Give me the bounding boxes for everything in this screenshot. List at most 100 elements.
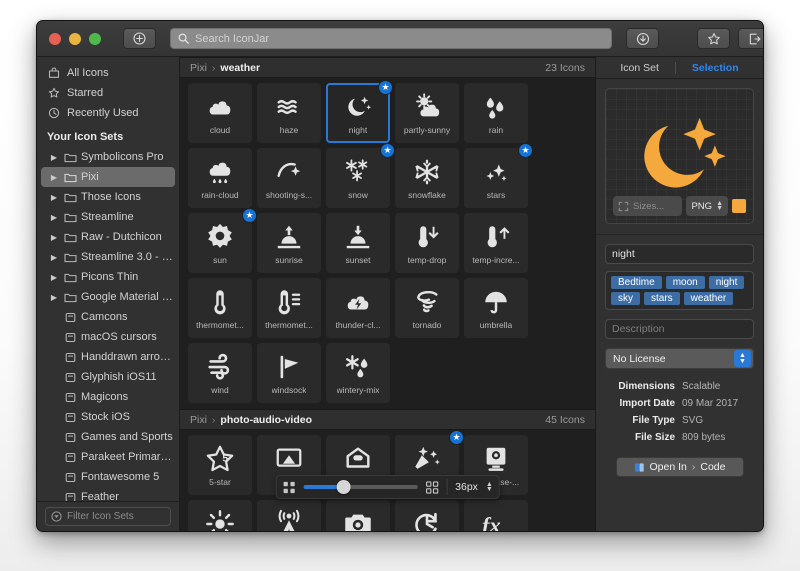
star-button[interactable] [697,28,730,49]
zoom-window-button[interactable] [89,32,101,45]
chevron-right-icon[interactable]: ▶ [49,253,59,262]
format-stepper-icon[interactable]: ▲ ▼ [716,200,723,212]
icon-label: temp-incre... [472,255,520,265]
icon-cell-snowflake[interactable]: snowflake [395,148,459,208]
icon-cell-partly-sunny[interactable]: partly-sunny [395,83,459,143]
tag-chip[interactable]: night [708,276,745,289]
chevron-right-icon[interactable]: ▶ [49,293,59,302]
icon-label: windsock [271,385,307,395]
sidebar-item-google-material-icons[interactable]: ▶ Google Material ico... [37,287,179,307]
chevron-right-icon[interactable]: ▶ [49,273,59,282]
tags-field[interactable]: Bedtime moon night sky stars weather [605,271,754,310]
open-in-button[interactable]: Open In › Code [615,457,744,477]
icon-cell-shooting-star[interactable]: shooting-s... [257,148,321,208]
sidebar-item-pixi[interactable]: ▶ Pixi [41,167,175,187]
icon-cell-wind[interactable]: wind [188,343,252,403]
icon-cell-tornado[interactable]: tornado [395,278,459,338]
sidebar-item-macos-cursors[interactable]: macOS cursors [37,327,179,347]
svg-text:5: 5 [222,453,228,464]
slider-knob[interactable] [336,480,351,494]
icon-cell-wintery-mix[interactable]: wintery-mix [326,343,390,403]
icon-cell-cloud[interactable]: cloud [188,83,252,143]
icon-cell-camera-timer[interactable]: camera-ti... [395,500,459,531]
sidebar-item-feather[interactable]: Feather [37,487,179,501]
icon-cell-stars[interactable]: ★ stars [464,143,533,208]
sidebar-item-stock-ios[interactable]: Stock iOS [37,407,179,427]
export-color-swatch[interactable] [732,199,746,213]
icon-cell-broadcast[interactable]: broadcast-... [257,500,321,531]
icon-cell-sun[interactable]: ★ sun [188,208,257,273]
filter-icon-sets-input[interactable]: Filter Icon Sets [45,507,171,526]
search-input[interactable]: Search IconJar [170,28,612,49]
icon-cell-thermometer-lines[interactable]: thermomet... [257,278,321,338]
minimize-window-button[interactable] [69,32,81,45]
sidebar-item-magicons[interactable]: Magicons [37,387,179,407]
close-window-button[interactable] [49,32,61,45]
breadcrumb-root[interactable]: Pixi [190,62,207,74]
icon-cell-brighness[interactable]: brighness [188,500,252,531]
export-sizes-button[interactable]: Sizes... [613,196,683,216]
sidebar-item-symbolicons-pro[interactable]: ▶ Symbolicons Pro [37,147,179,167]
sidebar-item-picons-thin[interactable]: ▶ Picons Thin [37,267,179,287]
stepper-down-icon[interactable]: ▼ [486,486,493,493]
icon-grid-scroll[interactable]: Pixi › weather 23 Icons cloud haze ★ nig… [180,57,595,531]
icon-cell-snow[interactable]: ★ snow [326,143,395,208]
sidebar-item-starred[interactable]: Starred [37,83,179,103]
breadcrumb-root[interactable]: Pixi [190,414,207,426]
license-select[interactable]: No License ▲ ▼ [605,348,754,369]
tag-chip[interactable]: stars [644,292,680,305]
icon-cell-temp-drop[interactable]: temp-drop [395,213,459,273]
icon-cell-thermometer[interactable]: thermomet... [188,278,252,338]
sidebar-item-handdrawn-arrows[interactable]: Handdrawn arrows [37,347,179,367]
icon-cell-sunrise[interactable]: sunrise [257,213,321,273]
sidebar-item-fontawesome-5[interactable]: Fontawesome 5 [37,467,179,487]
sidebar-item-streamline[interactable]: ▶ Streamline [37,207,179,227]
grid-small-icon[interactable] [282,481,295,494]
chevron-right-icon[interactable]: ▶ [49,213,59,222]
icon-cell-haze[interactable]: haze [257,83,321,143]
sidebar-item-camcons[interactable]: Camcons [37,307,179,327]
icon-cell-temp-increase[interactable]: temp-incre... [464,213,528,273]
chevron-right-icon[interactable]: ▶ [49,233,59,242]
grid-size-stepper[interactable]: ▲ ▼ [486,481,493,493]
icon-cell-windsock[interactable]: windsock [257,343,321,403]
sidebar-item-all-icons[interactable]: All Icons [37,63,179,83]
chevron-right-icon[interactable]: ▶ [49,153,59,162]
icon-cell-5-star[interactable]: 5 5-star [188,435,252,495]
icon-cell-camera[interactable]: camera [326,500,390,531]
tag-chip[interactable]: Bedtime [611,276,662,289]
chevron-right-icon[interactable]: ▶ [49,173,59,182]
icon-cell-rain-cloud[interactable]: rain-cloud [188,148,252,208]
icon-cell-sunset[interactable]: sunset [326,213,390,273]
tab-icon-set[interactable]: Icon Set [620,62,659,74]
sidebar-item-streamline-30[interactable]: ▶ Streamline 3.0 - Re... [37,247,179,267]
icon-cell-umbrella[interactable]: umbrella [464,278,528,338]
icon-cell-thunder-cloud[interactable]: thunder-cl... [326,278,390,338]
sidebar-item-games-and-sports[interactable]: Games and Sports [37,427,179,447]
icon-name-input[interactable]: night [605,244,754,264]
grid-size-slider[interactable] [303,480,418,494]
chevron-updown-icon[interactable]: ▲ ▼ [734,350,751,367]
description-input[interactable]: Description [605,319,754,339]
sidebar-item-recently-used[interactable]: Recently Used [37,103,179,123]
sidebar-item-raw-dutchicon[interactable]: ▶ Raw - Dutchicon [37,227,179,247]
chevron-right-icon[interactable]: ▶ [49,193,59,202]
export-format-button[interactable]: PNG ▲ ▼ [686,196,728,216]
export-button[interactable] [626,28,659,49]
sidebar-item-those-icons[interactable]: ▶ Those Icons [37,187,179,207]
share-button[interactable] [738,28,763,49]
tag-chip[interactable]: weather [683,292,734,305]
stepper-down-icon[interactable]: ▼ [716,205,723,212]
icon-cell-effects[interactable]: fx effects [464,500,528,531]
titlebar-right-buttons [626,28,763,49]
icon-cell-rain[interactable]: rain [464,83,528,143]
icon-cell-night[interactable]: ★ night [326,80,393,143]
sidebar-scroll[interactable]: All Icons Starred Recently Used Your Ico… [37,57,179,501]
tab-selection[interactable]: Selection [692,62,739,74]
tag-chip[interactable]: sky [611,292,640,305]
add-button[interactable] [123,28,156,49]
sidebar-item-glyphish-ios11[interactable]: Glyphish iOS11 [37,367,179,387]
grid-large-icon[interactable] [425,480,438,494]
tag-chip[interactable]: moon [665,276,705,289]
sidebar-item-parakeet-primaries[interactable]: Parakeet Primaries [37,447,179,467]
